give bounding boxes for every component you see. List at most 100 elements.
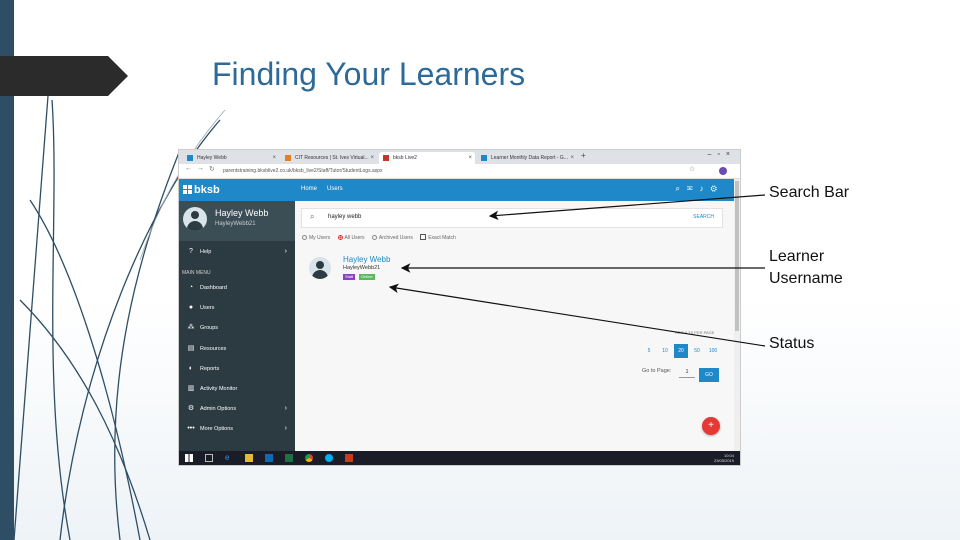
close-icon[interactable]: × [468,152,472,164]
reports-icon: ◐ [188,365,194,372]
task-view-icon[interactable] [205,454,213,462]
page-size-option[interactable]: 20 [674,344,688,358]
favicon-icon [187,155,193,161]
page-size-option[interactable]: 100 [706,344,720,358]
sidebar-item-admin-options[interactable]: ⚙ Admin Options › [179,402,295,416]
search-result-card[interactable]: Hayley Webb HayleyWebb21 Staff Online [309,255,429,287]
window-controls[interactable]: –▫× [708,151,736,158]
status-badge: Online [359,274,375,280]
sidebar-item-activity-monitor[interactable]: ▥ Activity Monitor [179,382,295,396]
result-username: HayleyWebb21 [343,265,381,271]
user-filter-group: My Users All Users Archived Users Exact … [302,234,462,241]
star-icon[interactable]: ☆ [689,165,695,173]
app-header: bksb Home Users ⌕✉♪⚙ [179,179,734,201]
breadcrumb-home[interactable]: Home [301,186,317,192]
callout-search-bar: Search Bar [769,184,850,201]
favicon-icon [285,155,291,161]
callout-username: Username [769,270,843,287]
windows-taskbar: e 10:04 23/05/2019 [179,451,740,465]
bell-icon[interactable]: ♪ [700,184,711,193]
skype-icon[interactable] [325,454,333,462]
chrome-icon[interactable] [305,454,313,462]
mail-icon[interactable]: ✉ [687,184,700,193]
powerpoint-icon[interactable] [345,454,353,462]
settings-icon[interactable]: ⚙ [711,184,724,193]
go-button[interactable]: GO [699,368,719,382]
close-icon[interactable]: × [370,152,374,164]
search-icon[interactable]: ⌕ [676,184,687,193]
back-icon[interactable]: ← [185,165,192,172]
scrollbar-thumb[interactable] [735,181,739,331]
close-icon[interactable]: × [272,152,276,164]
main-menu-header: MAIN MENU [182,270,211,276]
profile-avatar-icon[interactable] [719,167,727,175]
forward-icon[interactable]: → [197,165,204,172]
file-explorer-icon[interactable] [245,454,253,462]
exact-match-checkbox[interactable]: Exact Match [420,234,456,241]
dashboard-icon: ◔ [188,284,194,291]
results-per-page-label: RESULTS PER PAGE [675,330,715,335]
page-size-option[interactable]: 5 [642,344,656,358]
page-size-option[interactable]: 50 [690,344,704,358]
breadcrumb-users[interactable]: Users [327,186,343,192]
search-button[interactable]: SEARCH [693,214,714,220]
activity-icon: ▥ [187,385,195,392]
page-size-option[interactable]: 10 [658,344,672,358]
bksb-logo[interactable]: bksb [183,184,220,196]
sidebar-item-help[interactable]: ? Help › [179,245,295,259]
start-icon[interactable] [185,454,193,462]
callout-status: Status [769,335,815,352]
scrollbar[interactable] [734,179,740,451]
tab-label: Learner Monthly Data Report - G... [491,155,568,161]
tab-label: bksb Live2 [393,155,417,161]
browser-screenshot: Hayley Webb × CIT Resources | St. Ives V… [179,150,740,465]
radio-icon [302,235,307,240]
browser-tab[interactable]: Learner Monthly Data Report - G... × [477,152,577,164]
filter-archived-users[interactable]: Archived Users [371,235,413,241]
callout-learner: Learner [769,248,825,265]
admin-icon: ⚙ [187,405,195,412]
radio-selected-icon [337,235,343,240]
new-tab-icon[interactable]: + [581,151,586,160]
search-input[interactable]: hayley webb [328,214,361,220]
checkbox-icon [420,234,427,240]
more-icon: ••• [187,425,195,432]
chevron-right-icon: › [284,425,287,432]
reload-icon[interactable]: ↻ [209,165,215,173]
close-icon[interactable]: × [570,152,574,164]
result-name[interactable]: Hayley Webb [343,255,390,264]
sidebar-item-dashboard[interactable]: ◔ Dashboard [179,281,295,295]
tab-label: CIT Resources | St. Ives Virtual... [295,155,369,161]
tab-label: Hayley Webb [197,155,227,161]
system-clock[interactable]: 10:04 23/05/2019 [714,453,734,463]
sidebar-item-users[interactable]: ● Users [179,301,295,315]
sidebar-item-more-options[interactable]: ••• More Options › [179,422,295,436]
profile-username: HayleyWebb21 [215,221,256,227]
search-bar[interactable]: ⌕ hayley webb SEARCH [301,208,723,228]
browser-tab[interactable]: bksb Live2 × [379,152,475,164]
avatar [183,207,207,231]
edge-icon[interactable]: e [225,454,233,462]
favicon-icon [481,155,487,161]
filter-my-users[interactable]: My Users [302,235,330,241]
search-icon: ⌕ [310,212,315,221]
header-icons: ⌕✉♪⚙ [676,184,725,194]
add-button[interactable]: + [702,417,720,435]
browser-tab[interactable]: CIT Resources | St. Ives Virtual... × [281,152,377,164]
avatar [309,257,331,279]
excel-icon[interactable] [285,454,293,462]
sidebar-item-resources[interactable]: ▤ Resources [179,342,295,356]
sidebar-item-groups[interactable]: ⁂ Groups [179,321,295,335]
profile-name: Hayley Webb [215,208,269,218]
slide-arrow-tab [0,56,128,96]
browser-tab[interactable]: Hayley Webb × [183,152,279,164]
goto-page-input[interactable]: 1 [679,367,695,378]
radio-icon [371,235,377,240]
chevron-right-icon: › [284,405,287,412]
goto-page-label: Go to Page: [642,368,672,374]
filter-all-users[interactable]: All Users [337,235,365,241]
outlook-icon[interactable] [265,454,273,462]
sidebar-item-reports[interactable]: ◐ Reports [179,362,295,376]
groups-icon: ⁂ [187,324,195,331]
url-field[interactable]: parentstraining.bksblive2.co.uk/bksb_liv… [223,167,663,175]
